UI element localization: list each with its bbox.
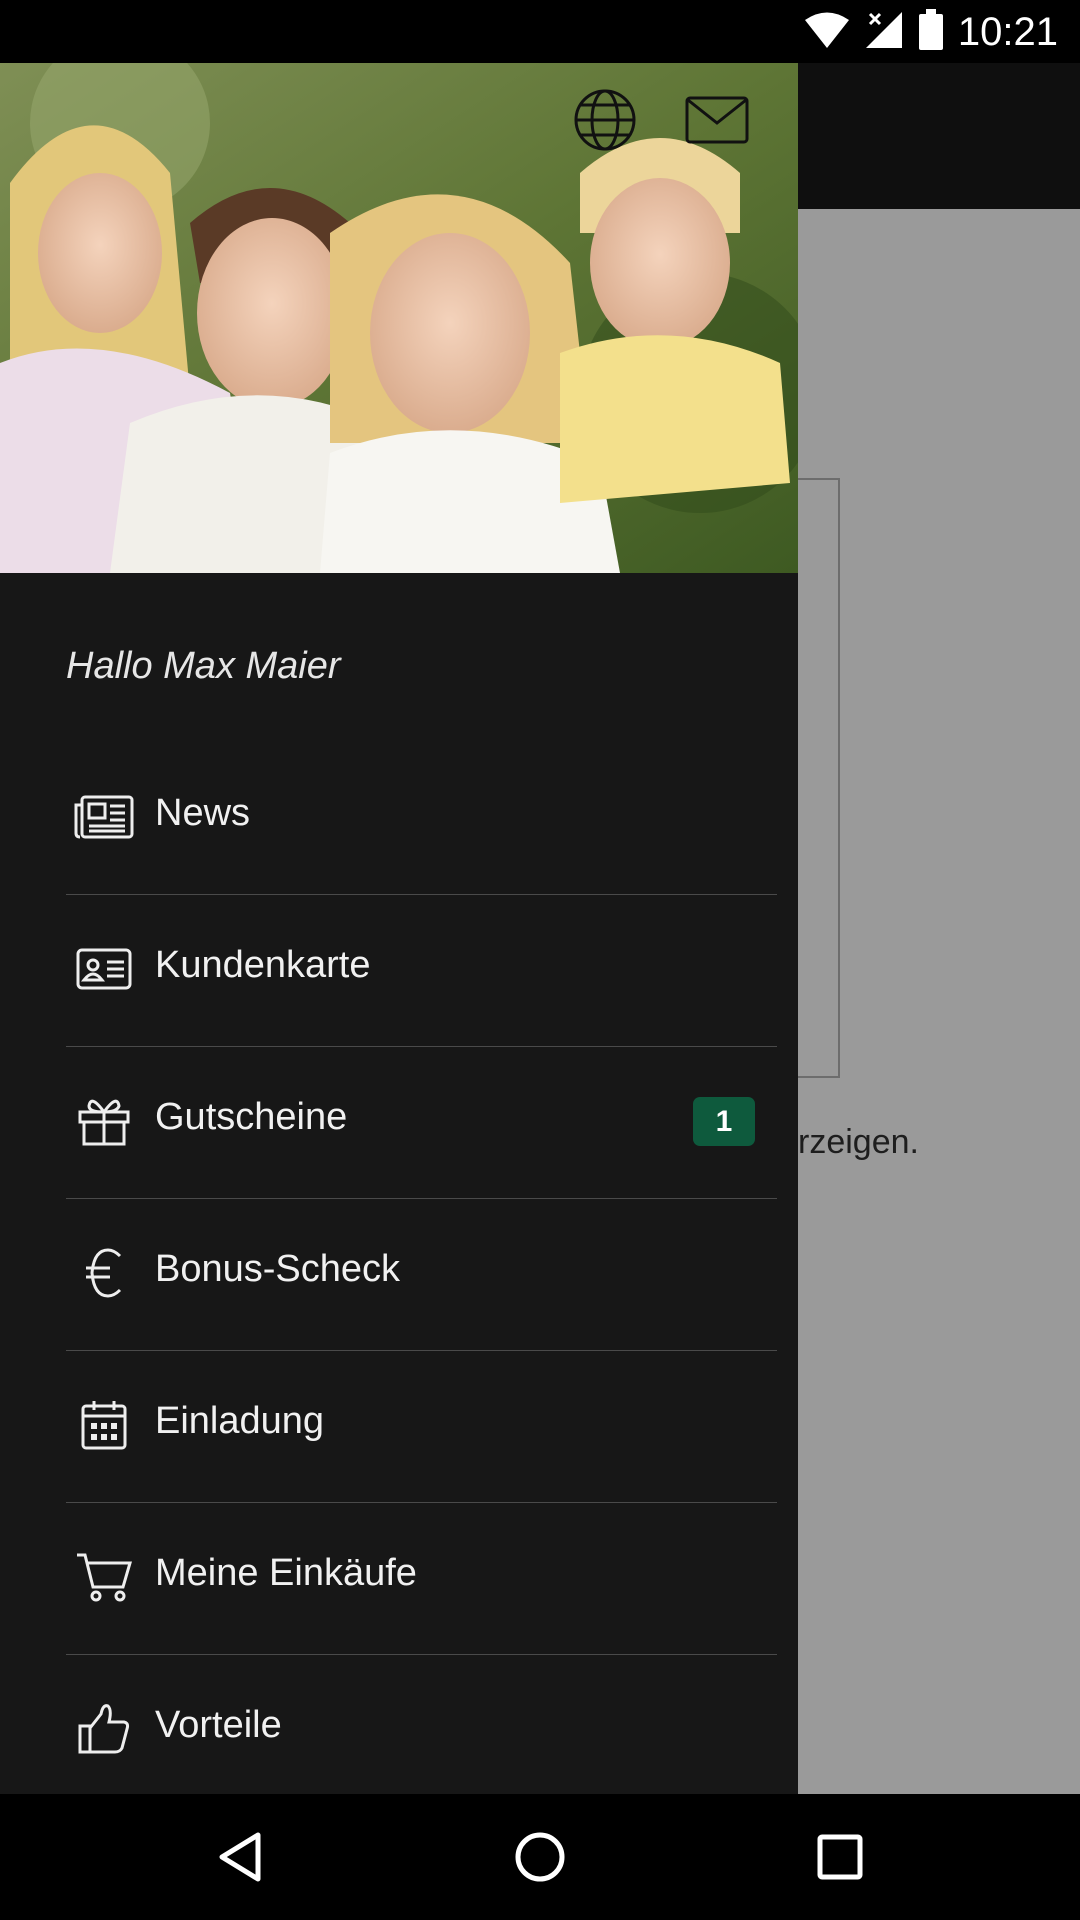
menu-item-label: News (155, 792, 251, 834)
home-button[interactable] (490, 1807, 590, 1907)
back-button[interactable] (190, 1807, 290, 1907)
menu-item-label: Meine Einkäufe (155, 1552, 417, 1594)
recents-square-icon (817, 1834, 863, 1880)
menu-item-label: Kundenkarte (155, 944, 371, 986)
menu-item-label: Einladung (155, 1400, 325, 1442)
navigation-drawer[interactable]: Hallo Max Maier News Kundenkarte Gutsche… (0, 63, 798, 1794)
menu-item-kundenkarte[interactable]: Kundenkarte (66, 895, 777, 1047)
status-bar: 10:21 (0, 0, 1080, 63)
system-navigation-bar (0, 1794, 1080, 1920)
back-triangle-icon (219, 1832, 261, 1882)
globe-icon (574, 89, 636, 151)
drawer-header-photo (0, 63, 798, 573)
menu-item-news[interactable]: News (66, 743, 777, 895)
status-time: 10:21 (957, 9, 1058, 54)
greeting-text: Hallo Max Maier (66, 645, 341, 687)
drawer-menu: News Kundenkarte Gutscheine 1 Bonus-Sche… (66, 743, 777, 1794)
gift-icon (74, 1091, 134, 1151)
menu-item-bonus-scheck[interactable]: Bonus-Scheck (66, 1199, 777, 1351)
wifi-icon (804, 11, 850, 53)
menu-item-vorteile[interactable]: Vorteile (66, 1655, 777, 1794)
id-card-icon (74, 939, 134, 999)
background-hint-text: rzeigen. (798, 1123, 919, 1161)
cart-icon (74, 1547, 134, 1607)
menu-item-gutscheine[interactable]: Gutscheine 1 (66, 1047, 777, 1199)
home-circle-icon (515, 1832, 565, 1882)
menu-item-label: Bonus-Scheck (155, 1248, 401, 1290)
menu-item-meine-einkaeufe[interactable]: Meine Einkäufe (66, 1503, 777, 1655)
signal-icon (864, 10, 904, 54)
menu-item-einladung[interactable]: Einladung (66, 1351, 777, 1503)
header-actions (572, 87, 750, 153)
mail-icon (685, 96, 749, 144)
newspaper-icon (74, 787, 134, 847)
language-button[interactable] (572, 87, 638, 153)
status-icons: 10:21 (804, 8, 1058, 56)
menu-item-label: Gutscheine (155, 1096, 348, 1138)
mail-button[interactable] (684, 87, 750, 153)
menu-item-label: Vorteile (155, 1704, 282, 1746)
battery-icon (918, 9, 944, 55)
count-badge: 1 (693, 1097, 755, 1146)
calendar-icon (74, 1395, 134, 1455)
recents-button[interactable] (790, 1807, 890, 1907)
euro-icon (74, 1243, 134, 1303)
thumbs-up-icon (74, 1699, 134, 1759)
